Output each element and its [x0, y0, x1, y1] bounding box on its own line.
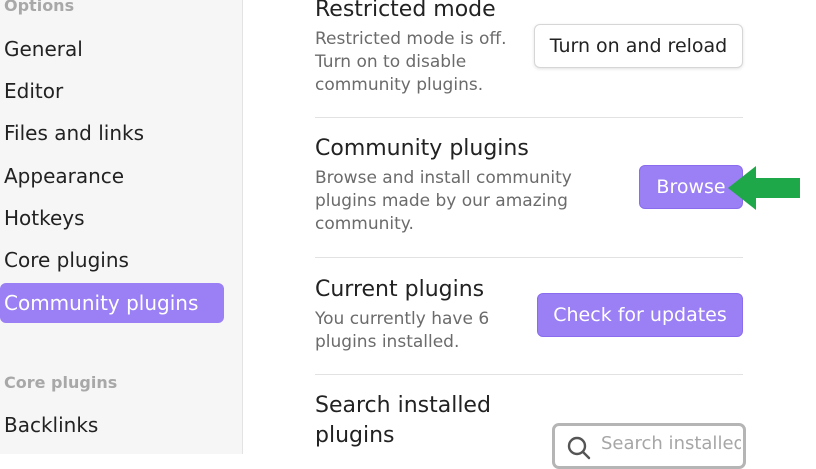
settings-sidebar: Options General Editor Files and links A… — [0, 0, 243, 454]
sidebar-item-community-plugins[interactable]: Community plugins — [0, 283, 224, 323]
search-installed-title: Search installed plugins — [315, 393, 491, 448]
options-heading: Options — [4, 0, 75, 15]
turn-on-and-reload-button[interactable]: Turn on and reload — [534, 24, 743, 68]
search-installed-setting: Search installed plugins — [315, 391, 505, 451]
check-for-updates-button[interactable]: Check for updates — [537, 293, 743, 337]
search-icon — [567, 436, 591, 460]
settings-content: Restricted mode Restricted mode is off. … — [243, 0, 816, 469]
community-plugins-description: Browse and install community plugins mad… — [315, 168, 572, 234]
core-plugins-heading: Core plugins — [4, 373, 118, 392]
arrow-left-icon — [728, 166, 800, 210]
divider — [315, 257, 743, 258]
search-installed-box[interactable] — [552, 423, 746, 469]
divider — [315, 374, 743, 375]
restricted-mode-description: Restricted mode is off. Turn on to disab… — [315, 29, 507, 95]
current-plugins-description: You currently have 6 plugins installed. — [315, 309, 490, 352]
sidebar-item-appearance[interactable]: Appearance — [0, 156, 224, 196]
sidebar-item-hotkeys[interactable]: Hotkeys — [0, 198, 224, 238]
divider — [315, 117, 743, 118]
search-installed-input[interactable] — [599, 432, 743, 455]
sidebar-item-backlinks[interactable]: Backlinks — [0, 405, 224, 445]
sidebar-item-general[interactable]: General — [0, 29, 224, 69]
restricted-mode-title: Restricted mode — [315, 0, 496, 22]
sidebar-item-files-and-links[interactable]: Files and links — [0, 113, 224, 153]
community-plugins-title: Community plugins — [315, 136, 529, 161]
sidebar-item-editor[interactable]: Editor — [0, 71, 224, 111]
sidebar-item-core-plugins[interactable]: Core plugins — [0, 240, 224, 280]
